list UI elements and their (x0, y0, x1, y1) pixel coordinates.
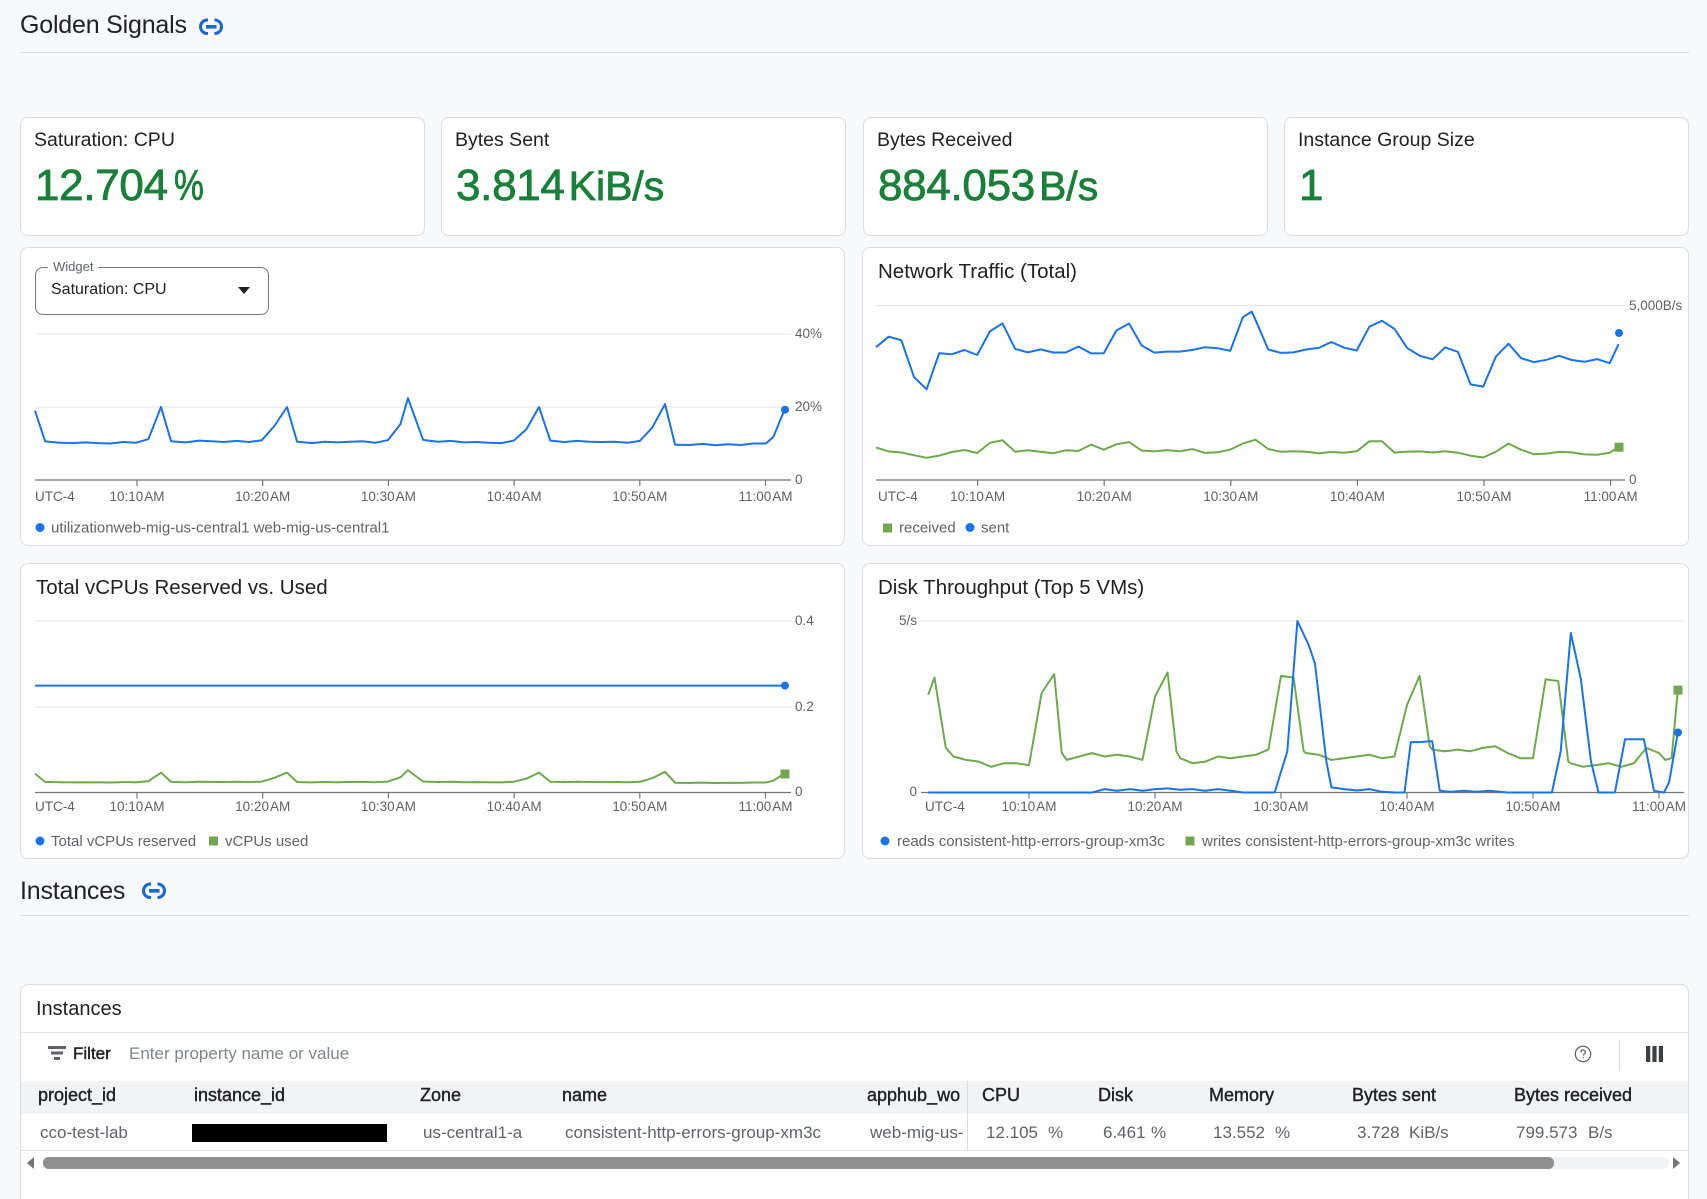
svg-text:utilizationweb-mig-us-central1: utilizationweb-mig-us-central1 web-mig-u… (51, 520, 389, 537)
svg-text:0.2: 0.2 (795, 699, 814, 714)
svg-text:11:00AM: 11:00AM (1632, 799, 1686, 814)
svg-text:UTC-4: UTC-4 (925, 799, 965, 814)
svg-text:writes consistent-http-errors-: writes consistent-http-errors-group-xm3c… (1201, 833, 1515, 850)
svg-text:11:00AM: 11:00AM (738, 799, 792, 814)
svg-text:10:30AM: 10:30AM (1203, 489, 1258, 504)
svg-text:reads consistent-http-errors-g: reads consistent-http-errors-group-xm3c (897, 833, 1165, 850)
svg-text:10:30AM: 10:30AM (361, 489, 416, 504)
svg-text:10:10AM: 10:10AM (109, 799, 164, 814)
svg-text:UTC-4: UTC-4 (35, 489, 75, 504)
svg-text:received: received (899, 520, 956, 537)
svg-text:40%: 40% (795, 326, 822, 341)
svg-text:20%: 20% (795, 399, 822, 414)
svg-text:10:20AM: 10:20AM (1077, 489, 1132, 504)
svg-text:10:50AM: 10:50AM (1456, 489, 1511, 504)
svg-text:10:30AM: 10:30AM (1253, 799, 1308, 814)
svg-text:UTC-4: UTC-4 (878, 489, 918, 504)
svg-text:10:50AM: 10:50AM (612, 799, 667, 814)
svg-text:0: 0 (1629, 472, 1637, 487)
svg-text:10:30AM: 10:30AM (361, 799, 416, 814)
svg-text:0.4: 0.4 (795, 613, 814, 628)
svg-text:10:40AM: 10:40AM (487, 489, 542, 504)
svg-text:11:00AM: 11:00AM (1584, 489, 1638, 504)
svg-text:10:50AM: 10:50AM (1505, 799, 1560, 814)
svg-text:10:40AM: 10:40AM (487, 799, 542, 814)
svg-text:5,000B/s: 5,000B/s (1629, 298, 1683, 313)
svg-text:10:20AM: 10:20AM (235, 799, 290, 814)
svg-text:11:00AM: 11:00AM (738, 489, 792, 504)
svg-text:Total vCPUs reserved: Total vCPUs reserved (51, 833, 196, 850)
svg-text:0: 0 (909, 784, 917, 799)
svg-text:10:20AM: 10:20AM (1127, 799, 1182, 814)
svg-text:10:50AM: 10:50AM (612, 489, 667, 504)
svg-text:10:10AM: 10:10AM (109, 489, 164, 504)
svg-text:5/s: 5/s (899, 613, 917, 628)
svg-text:0: 0 (795, 472, 803, 487)
svg-text:sent: sent (981, 520, 1010, 537)
svg-text:vCPUs used: vCPUs used (225, 833, 308, 850)
svg-text:10:40AM: 10:40AM (1379, 799, 1434, 814)
svg-text:10:10AM: 10:10AM (1001, 799, 1056, 814)
svg-text:10:20AM: 10:20AM (235, 489, 290, 504)
svg-text:10:40AM: 10:40AM (1330, 489, 1385, 504)
svg-text:UTC-4: UTC-4 (35, 799, 75, 814)
svg-text:0: 0 (795, 784, 803, 799)
svg-text:10:10AM: 10:10AM (950, 489, 1005, 504)
